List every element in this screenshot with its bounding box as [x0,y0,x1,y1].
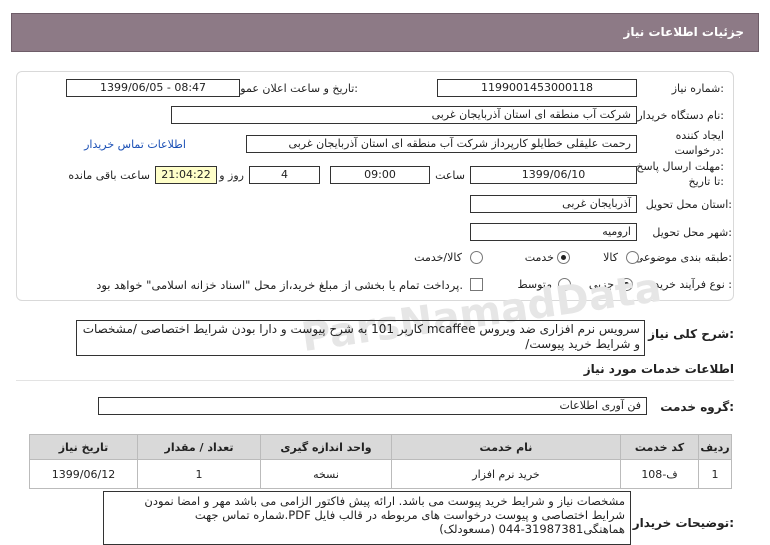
deadline-label-line1: مهلت ارسال پاسخ: [636,160,724,173]
need-number-field: 1199001453000118 [437,79,637,97]
deadline-time-field: 09:00 [330,166,430,184]
services-table: ردیف کد خدمت نام خدمت واحد اندازه گیری ت… [29,434,732,489]
column-header-unit: واحد اندازه گیری [260,434,392,460]
process-label: نوع فرآیند خرید : [654,278,732,291]
category-radio-goods-service[interactable] [470,251,483,264]
days-label: روز و [219,169,244,182]
process-option-medium: متوسط [517,278,552,291]
description-field: سرویس نرم افزاری ضد ویروس mcaffee کاربر … [76,320,645,356]
process-radio-medium[interactable] [558,278,571,291]
service-group-label: گروه خدمت: [660,400,734,414]
remaining-time-field: 21:04:22 [155,166,217,184]
province-field: آذربایجان غربی [470,195,637,213]
column-header-code: کد خدمت [620,434,699,460]
process-radio-minor[interactable] [620,278,633,291]
service-group-field: فن آوری اطلاعات [98,397,647,415]
treasury-payment-checkbox[interactable] [470,278,483,291]
buyer-label: نام دستگاه خریدار: [637,109,724,122]
creator-field: رحمت علیقلی خطایلو کارپرداز شرکت آب منطق… [246,135,637,153]
cell-code: ف-108 [620,459,699,489]
buyer-contact-link[interactable]: اطلاعات تماس خریدار [84,138,186,151]
column-header-date: تاریخ نیاز [29,434,138,460]
category-option-service: خدمت [524,251,554,264]
cell-date: 1399/06/12 [29,459,138,489]
page-header: جزئیات اطلاعات نیاز [11,13,759,52]
days-remaining-field: 4 [249,166,320,184]
category-option-goods: کالا [603,251,618,264]
category-option-goods-service: کالا/خدمت [414,251,462,264]
cell-name: خرید نرم افزار [391,459,621,489]
section-divider [16,380,734,381]
city-field: ارومیه [470,223,637,241]
remaining-time-label: ساعت باقی مانده [68,169,150,182]
table-row: 1 ف-108 خرید نرم افزار نسخه 1 1399/06/12 [29,459,732,489]
deadline-time-label: ساعت [435,169,465,182]
province-label: استان محل تحویل: [645,198,732,211]
buyer-field: شرکت آب منطقه ای استان آذربایجان غربی [171,106,637,124]
creator-label-line1: ایجاد کننده [675,129,724,142]
city-label: شهر محل تحویل: [652,226,732,239]
services-section-title: اطلاعات خدمات مورد نیاز [583,362,734,376]
deadline-date-field: 1399/06/10 [470,166,637,184]
cell-qty: 1 [137,459,261,489]
page-title: جزئیات اطلاعات نیاز [623,25,744,39]
buyer-notes-field: مشخصات نیاز و شرایط خرید پیوست می باشد. … [103,491,631,545]
category-label: طبقه بندی موضوعی: [634,251,732,264]
column-header-qty: تعداد / مقدار [137,434,261,460]
description-label: شرح کلی نیاز: [648,327,734,341]
need-number-label: شماره نیاز: [671,82,724,95]
table-header-row: ردیف کد خدمت نام خدمت واحد اندازه گیری ت… [29,434,732,460]
cell-unit: نسخه [260,459,392,489]
column-header-row: ردیف [698,434,732,460]
cell-row: 1 [698,459,732,489]
category-radio-service[interactable] [557,251,570,264]
process-option-minor: جزیی [588,278,614,291]
creator-label-line2: درخواست: [674,144,725,157]
category-radio-goods[interactable] [626,251,639,264]
announce-label: تاریخ و ساعت اعلان عمومی: [225,82,358,95]
treasury-payment-note: پرداخت تمام یا بخشی از مبلغ خرید،از محل … [96,278,463,292]
buyer-notes-label: توضیحات خریدار: [632,516,734,530]
deadline-label-line2: تا تاریخ: [688,175,724,188]
column-header-name: نام خدمت [391,434,621,460]
announce-field: 1399/06/05 - 08:47 [66,79,240,97]
